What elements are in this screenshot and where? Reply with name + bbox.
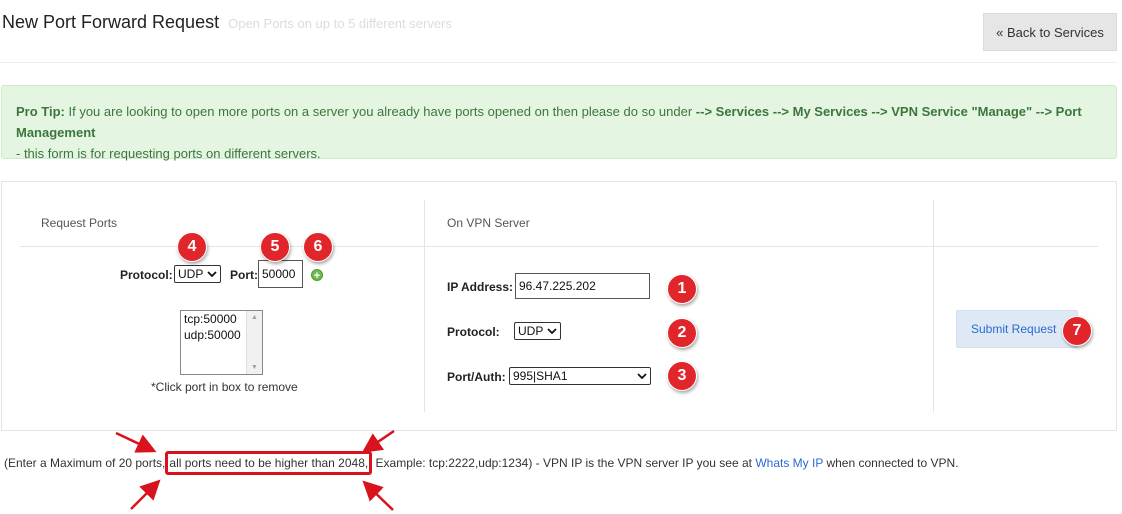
annotation-arrow-icon bbox=[115, 429, 395, 511]
